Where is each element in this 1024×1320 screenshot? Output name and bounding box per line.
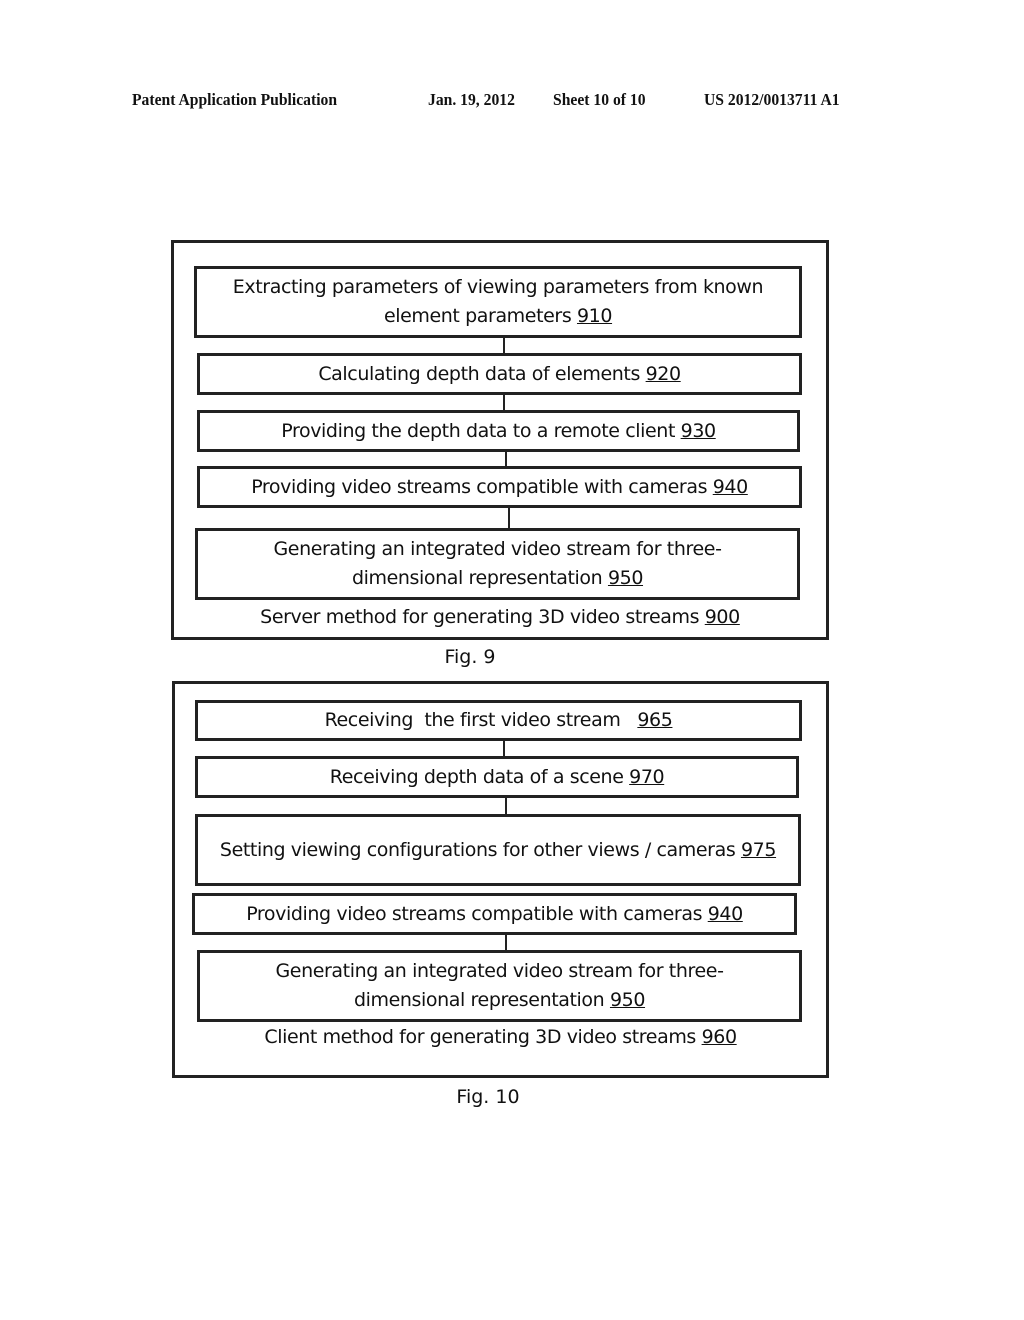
step-ref: 975 (740, 838, 777, 861)
caption-ref: 960 (701, 1026, 737, 1048)
fig10-step-950: Generating an integrated video stream fo… (197, 950, 802, 1022)
connector (503, 338, 505, 353)
step-ref: 930 (680, 419, 716, 442)
step-text: Calculating depth data of elements (318, 362, 646, 385)
connector (505, 935, 507, 950)
step-text: Receiving the first video stream (324, 709, 638, 731)
connector (508, 508, 510, 528)
publication-title: Patent Application Publication (132, 90, 338, 109)
step-ref: 965 (637, 709, 673, 731)
fig10-step-975: Setting viewing configurations for other… (195, 814, 801, 886)
step-text: Providing video streams compatible with … (251, 475, 713, 498)
fig9-step-950: Generating an integrated video stream fo… (195, 528, 800, 600)
fig10-caption: Client method for generating 3D video st… (172, 1026, 829, 1048)
step-ref: 970 (629, 765, 665, 788)
step-ref: 940 (707, 902, 743, 925)
fig9-step-930: Providing the depth data to a remote cli… (197, 410, 800, 452)
step-text: Providing the depth data to a remote cli… (281, 419, 681, 442)
connector (503, 395, 505, 410)
step-ref: 920 (645, 362, 681, 385)
caption-text: Client method for generating 3D video st… (264, 1026, 702, 1048)
patent-number: US 2012/0013711 A1 (704, 90, 840, 109)
page-header: Patent Application Publication Jan. 19, … (0, 90, 1024, 114)
step-text: Generating an integrated video stream fo… (273, 538, 722, 589)
step-ref: 910 (576, 305, 613, 327)
step-text: Providing video streams compatible with … (246, 902, 708, 925)
caption-ref: 900 (704, 606, 740, 628)
publication-date: Jan. 19, 2012 (428, 90, 515, 109)
step-ref: 940 (712, 475, 748, 498)
step-ref: 950 (609, 989, 646, 1011)
connector (505, 798, 507, 814)
connector (505, 452, 507, 466)
fig9-caption: Server method for generating 3D video st… (171, 606, 829, 628)
step-text: Extracting parameters of viewing paramet… (232, 276, 764, 327)
connector (503, 741, 505, 756)
step-text: Generating an integrated video stream fo… (275, 960, 724, 1011)
fig9-step-920: Calculating depth data of elements 920 (197, 353, 802, 395)
fig10-step-940: Providing video streams compatible with … (192, 893, 797, 935)
step-ref: 950 (607, 567, 644, 589)
sheet-number: Sheet 10 of 10 (553, 90, 646, 109)
fig9-label: Fig. 9 (444, 646, 496, 668)
fig10-step-965: Receiving the first video stream 965 (195, 700, 802, 741)
fig10-step-970: Receiving depth data of a scene 970 (195, 756, 799, 798)
fig9-step-940: Providing video streams compatible with … (197, 466, 802, 508)
step-text: Setting viewing configurations for other… (219, 838, 741, 861)
caption-text: Server method for generating 3D video st… (260, 606, 705, 628)
fig10-label: Fig. 10 (456, 1086, 520, 1108)
fig9-step-910: Extracting parameters of viewing paramet… (194, 266, 802, 338)
step-text: Receiving depth data of a scene (329, 765, 630, 788)
